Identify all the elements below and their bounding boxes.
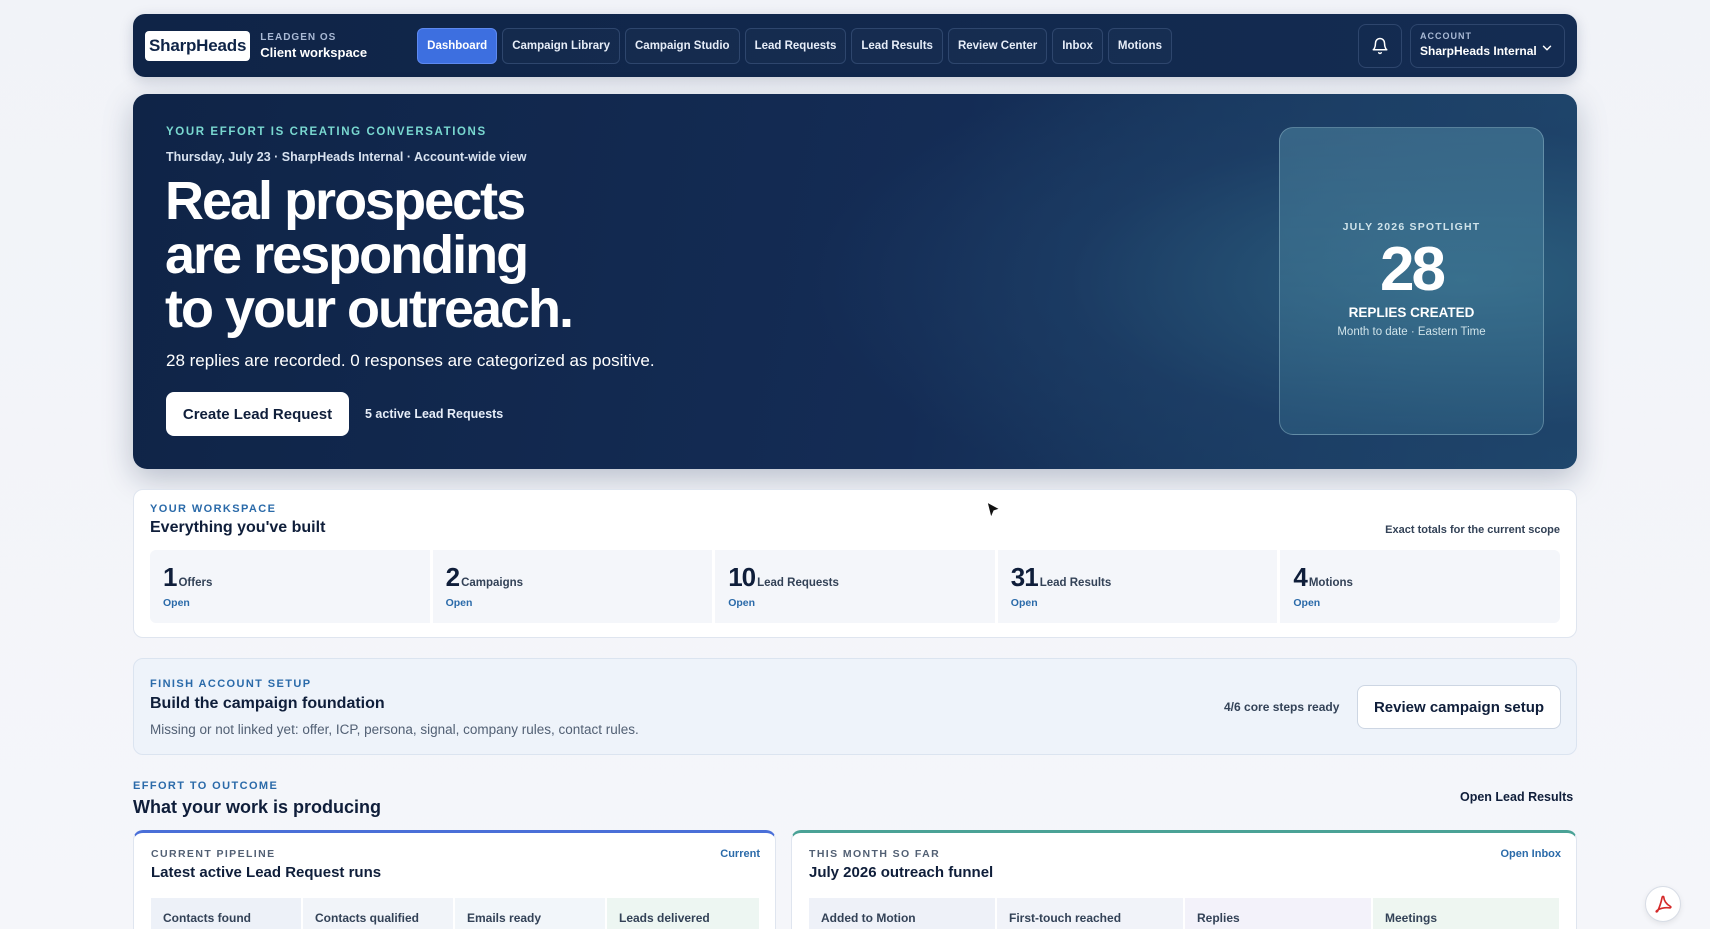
stat-lead-results[interactable]: 31 Lead Results Open <box>997 550 1278 623</box>
tab-campaign-library[interactable]: Campaign Library <box>502 27 620 64</box>
hero-banner: YOUR EFFORT IS CREATING CONVERSATIONS Th… <box>133 94 1577 469</box>
funnel-title: July 2026 outreach funnel <box>809 864 994 881</box>
tab-lead-results[interactable]: Lead Results <box>851 27 943 64</box>
brand-title: Client workspace <box>260 44 368 60</box>
pipeline-title: Latest active Lead Request runs <box>151 864 382 881</box>
open-inbox-link[interactable]: Open Inbox <box>1501 848 1562 860</box>
stat-motions[interactable]: 4 Motions Open <box>1280 550 1560 623</box>
funnel-columns: Added to Motion First-touch reached Repl… <box>809 898 1559 929</box>
setup-steps-status: 4/6 core steps ready <box>1224 700 1340 714</box>
tab-review-center[interactable]: Review Center <box>947 27 1048 64</box>
hero-title-line: are responding <box>165 225 529 285</box>
stat-open-link[interactable]: Open <box>163 597 417 609</box>
brand-logo[interactable]: SharpHeads <box>145 30 251 61</box>
stat-label: Motions <box>1308 577 1353 589</box>
notifications-button[interactable] <box>1358 23 1402 68</box>
funnel-column-header: Added to Motion <box>809 898 995 929</box>
setup-title: Build the campaign foundation <box>150 695 385 712</box>
pipeline-current-link[interactable]: Current <box>720 848 760 860</box>
spotlight-metric: REPLIES CREATED <box>1348 305 1475 320</box>
effort-eyebrow: EFFORT TO OUTCOME <box>133 780 279 792</box>
hero-subtitle: 28 replies are recorded. 0 responses are… <box>166 351 655 370</box>
account-name: SharpHeads Internal <box>1420 43 1537 58</box>
spotlight-note: Month to date · Eastern Time <box>1337 326 1486 338</box>
tab-inbox[interactable]: Inbox <box>1052 27 1103 64</box>
hero-title-line: Real prospects <box>165 171 526 231</box>
pdf-export-button[interactable] <box>1645 886 1681 922</box>
stat-label: Lead Results <box>1039 577 1112 589</box>
active-lead-requests-count: 5 active Lead Requests <box>365 407 504 421</box>
stat-value: 31 <box>1010 562 1039 592</box>
tab-dashboard[interactable]: Dashboard <box>417 27 498 64</box>
account-label: ACCOUNT <box>1420 30 1472 41</box>
stat-label: Campaigns <box>461 577 524 589</box>
stat-lead-requests[interactable]: 10 Lead Requests Open <box>715 550 995 623</box>
mouse-cursor-icon <box>986 501 1001 519</box>
funnel-eyebrow: THIS MONTH SO FAR <box>809 848 941 860</box>
stat-value: 10 <box>728 562 756 592</box>
account-switcher[interactable]: ACCOUNT SharpHeads Internal <box>1410 23 1565 68</box>
funnel-column-header: Meetings <box>1373 898 1559 929</box>
workspace-title: Everything you've built <box>150 519 326 536</box>
stat-campaigns[interactable]: 2 Campaigns Open <box>432 550 713 623</box>
nav-right: ACCOUNT SharpHeads Internal <box>1358 23 1565 68</box>
setup-card: FINISH ACCOUNT SETUP Build the campaign … <box>133 658 1577 755</box>
brand-text: LEADGEN OS Client workspace <box>260 32 367 60</box>
pipeline-column-header: Contacts qualified <box>303 898 453 929</box>
stat-label: Offers <box>178 577 213 589</box>
funnel-panel: THIS MONTH SO FAR July 2026 outreach fun… <box>791 830 1577 929</box>
hero-title: Real prospects are responding to your ou… <box>165 174 725 336</box>
workspace-card: YOUR WORKSPACE Everything you've built E… <box>133 489 1577 638</box>
setup-eyebrow: FINISH ACCOUNT SETUP <box>150 678 312 690</box>
chevron-down-icon <box>1542 45 1552 50</box>
setup-description: Missing or not linked yet: offer, ICP, p… <box>150 722 639 737</box>
bell-icon <box>1372 37 1388 54</box>
funnel-column-header: Replies <box>1185 898 1371 929</box>
pdf-icon <box>1655 895 1672 913</box>
pipeline-panel: CURRENT PIPELINE Latest active Lead Requ… <box>133 830 776 929</box>
brand-subtitle: LEADGEN OS <box>260 31 337 43</box>
pipeline-column-header: Contacts found <box>151 898 301 929</box>
workspace-stats: 1 Offers Open 2 Campaigns Open 10 Lead Requ… <box>150 550 1560 623</box>
top-navigation: SharpHeads LEADGEN OS Client workspace D… <box>133 14 1577 77</box>
pipeline-eyebrow: CURRENT PIPELINE <box>151 848 276 860</box>
spotlight-value: 28 <box>1380 235 1446 304</box>
stat-open-link[interactable]: Open <box>446 597 700 609</box>
stat-value: 2 <box>445 562 461 592</box>
stat-offers[interactable]: 1 Offers Open <box>150 550 430 623</box>
pipeline-column-header: Leads delivered <box>607 898 759 929</box>
funnel-column-header: First-touch reached <box>997 898 1183 929</box>
tab-lead-requests[interactable]: Lead Requests <box>744 27 847 64</box>
hero-date-line: Thursday, July 23 · SharpHeads Internal … <box>166 150 527 164</box>
review-campaign-setup-button[interactable]: Review campaign setup <box>1357 685 1561 729</box>
stat-value: 1 <box>163 562 178 592</box>
tab-campaign-studio[interactable]: Campaign Studio <box>625 27 740 64</box>
hero-eyebrow: YOUR EFFORT IS CREATING CONVERSATIONS <box>166 126 487 138</box>
effort-title: What your work is producing <box>133 797 382 817</box>
hero-title-line: to your outreach. <box>165 279 574 339</box>
pipeline-column-header: Emails ready <box>455 898 605 929</box>
spotlight-card: JULY 2026 SPOTLIGHT 28 REPLIES CREATED M… <box>1279 127 1544 435</box>
open-lead-results-link[interactable]: Open Lead Results <box>1460 790 1573 804</box>
workspace-eyebrow: YOUR WORKSPACE <box>150 503 277 515</box>
tab-motions[interactable]: Motions <box>1107 27 1172 64</box>
pipeline-columns: Contacts found Contacts qualified Emails… <box>151 898 759 929</box>
stat-open-link[interactable]: Open <box>1293 597 1547 609</box>
nav-tabs: Dashboard Campaign Library Campaign Stud… <box>417 27 1172 64</box>
create-lead-request-button[interactable]: Create Lead Request <box>166 392 349 436</box>
stat-label: Lead Requests <box>757 577 839 589</box>
stat-open-link[interactable]: Open <box>1011 597 1265 609</box>
spotlight-label: JULY 2026 SPOTLIGHT <box>1342 221 1481 233</box>
stat-open-link[interactable]: Open <box>728 597 982 609</box>
workspace-note: Exact totals for the current scope <box>1385 524 1560 536</box>
stat-value: 4 <box>1293 562 1308 592</box>
